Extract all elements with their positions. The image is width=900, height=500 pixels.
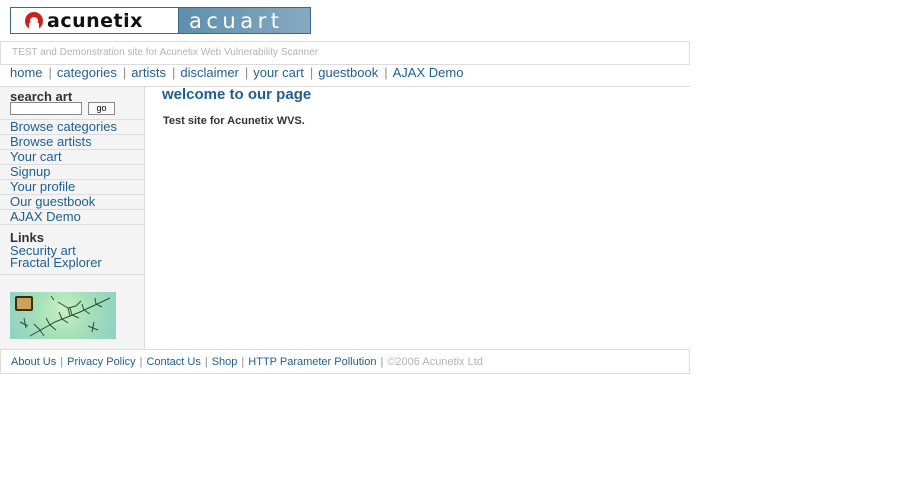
tagline-text: TEST and Demonstration site for Acunetix…	[12, 47, 319, 58]
nav-your-cart[interactable]: your cart	[253, 65, 304, 80]
nav-separator: |	[384, 65, 388, 80]
footer-separator: |	[139, 356, 143, 368]
nav-disclaimer[interactable]: disclaimer	[180, 65, 239, 80]
page-body-text: Test site for Acunetix WVS.	[163, 115, 305, 127]
acunetix-mark-icon	[25, 11, 43, 31]
sidebar-menu: Browse categories Browse artists Your ca…	[0, 119, 144, 225]
link-fractal-explorer[interactable]: Fractal Explorer	[10, 256, 102, 269]
links-section: Links Security art Fractal Explorer	[10, 231, 102, 270]
sidebar-divider	[0, 274, 144, 275]
footer-separator: |	[204, 356, 208, 368]
nav-categories[interactable]: categories	[57, 65, 117, 80]
nav-separator: |	[244, 65, 249, 80]
sidebar-item-signup[interactable]: Signup	[0, 164, 144, 179]
acunetix-logo-text: acunetix	[47, 9, 143, 32]
go-button[interactable]: go	[88, 102, 115, 115]
sidebar-item-our-guestbook[interactable]: Our guestbook	[0, 194, 144, 209]
nav-ajax-demo[interactable]: AJAX Demo	[393, 65, 464, 80]
footer-separator: |	[241, 356, 245, 368]
nav-home[interactable]: home	[10, 65, 43, 80]
tagline-bar: TEST and Demonstration site for Acunetix…	[0, 41, 690, 65]
copyright-text: ©2006 Acunetix Ltd	[387, 356, 483, 368]
footer-link-about-us[interactable]: About Us	[11, 356, 56, 368]
site-logo[interactable]: acunetix acuart	[10, 7, 311, 34]
search-input[interactable]	[10, 102, 82, 115]
footer: About Us | Privacy Policy | Contact Us | Shop |…	[0, 349, 690, 374]
sidebar-item-ajax-demo[interactable]: AJAX Demo	[0, 209, 144, 225]
nav-separator: |	[48, 65, 52, 80]
sidebar: search art go Browse categories Browse a…	[0, 87, 145, 349]
footer-links: About Us | Privacy Policy | Contact Us | Shop |…	[11, 356, 483, 368]
sidebar-item-browse-categories[interactable]: Browse categories	[0, 119, 144, 134]
nav-separator: |	[309, 65, 314, 80]
nav-artists[interactable]: artists	[131, 65, 166, 80]
sidebar-item-your-profile[interactable]: Your profile	[0, 179, 144, 194]
fractal-explorer-image[interactable]	[10, 292, 116, 339]
acunetix-logo: acunetix	[11, 8, 179, 33]
page-title: welcome to our page	[162, 86, 312, 103]
sidebar-item-your-cart[interactable]: Your cart	[0, 149, 144, 164]
nav-separator: |	[171, 65, 176, 80]
footer-link-contact-us[interactable]: Contact Us	[146, 356, 200, 368]
acuart-logo-text: acuart	[189, 8, 284, 33]
nav-separator: |	[122, 65, 127, 80]
footer-link-http-parameter-pollution[interactable]: HTTP Parameter Pollution	[248, 356, 376, 368]
nav-guestbook[interactable]: guestbook	[318, 65, 378, 80]
footer-link-shop[interactable]: Shop	[212, 356, 238, 368]
footer-separator: |	[380, 356, 384, 368]
footer-link-privacy-policy[interactable]: Privacy Policy	[67, 356, 135, 368]
footer-separator: |	[60, 356, 64, 368]
acuart-logo: acuart	[179, 8, 310, 33]
frame-icon	[15, 296, 33, 311]
sidebar-item-browse-artists[interactable]: Browse artists	[0, 134, 144, 149]
global-nav: home | categories | artists | disclaimer | your …	[10, 65, 463, 82]
